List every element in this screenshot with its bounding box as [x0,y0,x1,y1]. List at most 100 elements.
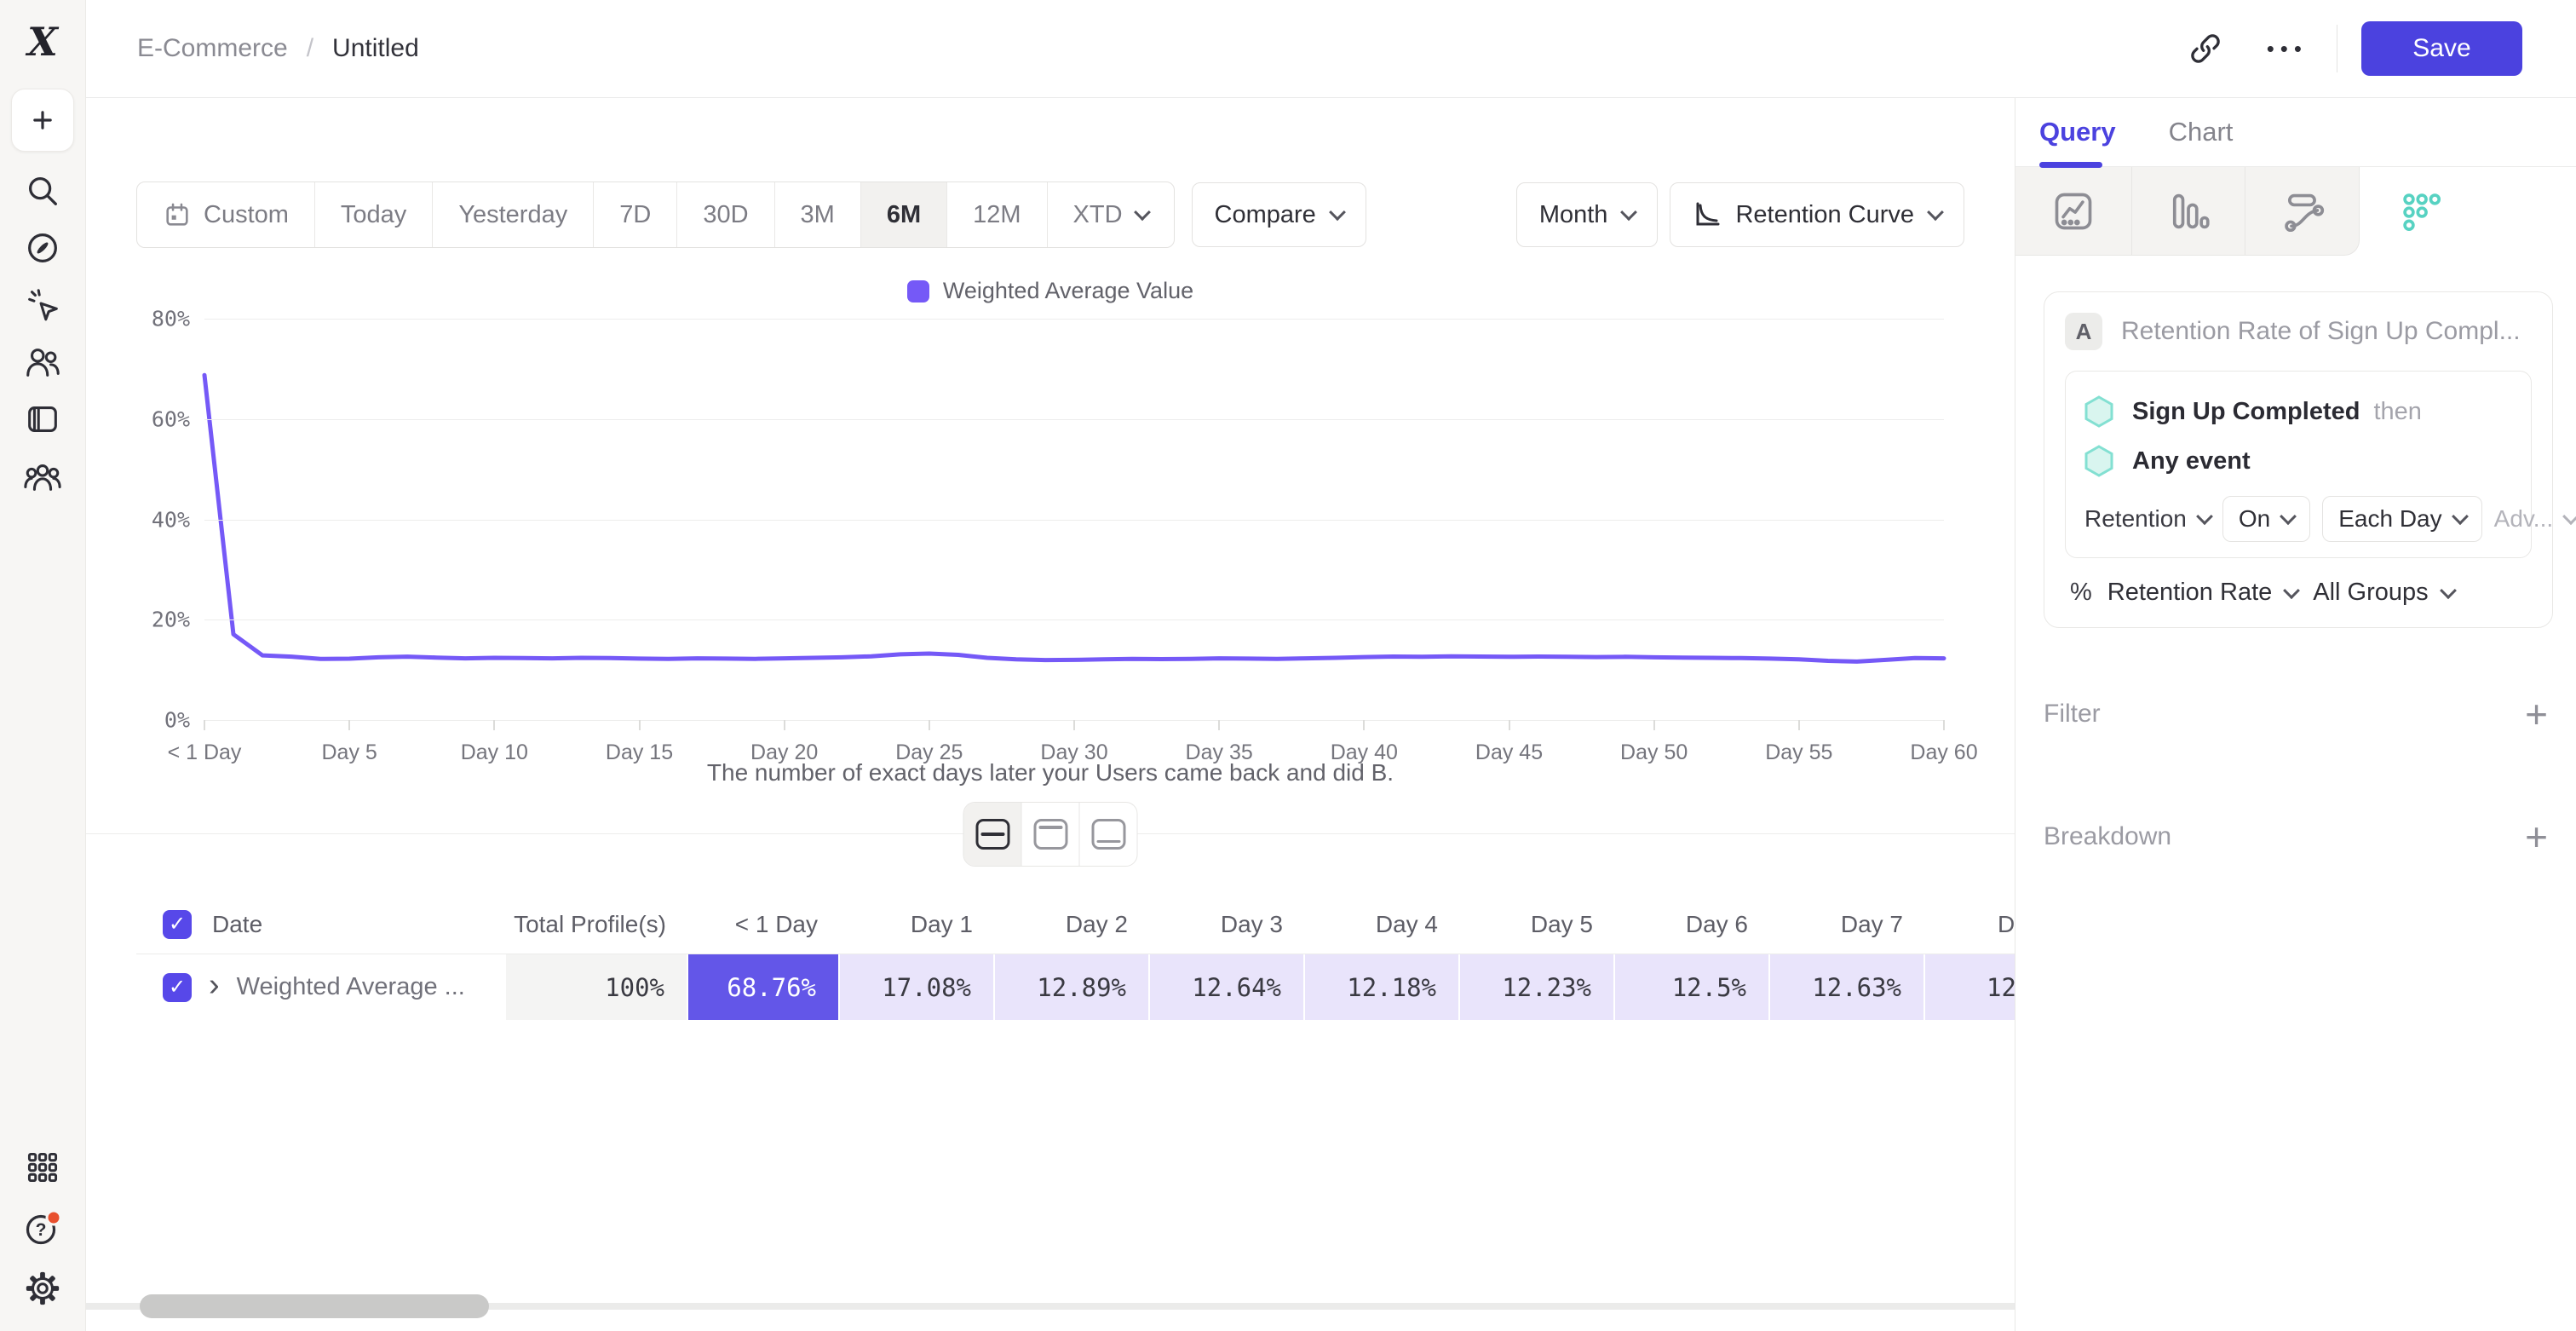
sidebar-item-events[interactable] [22,285,63,326]
on-dropdown[interactable]: On [2222,496,2310,542]
layout-table-only-button[interactable] [1079,803,1137,866]
each-day-dropdown[interactable]: Each Day [2322,496,2481,542]
legend-label: Weighted Average Value [943,278,1193,304]
add-breakdown-button[interactable]: + [2525,817,2548,856]
report-type-insights[interactable] [2015,167,2132,256]
header-day-7[interactable]: Day 7 [1770,896,1925,954]
create-button[interactable] [11,89,74,152]
gridline [204,419,1944,420]
header-actions: ••• Save [2182,21,2576,76]
range-xtd[interactable]: XTD [1047,182,1174,247]
header-day-5[interactable]: Day 5 [1460,896,1615,954]
sidebar-item-discover[interactable] [22,228,63,268]
row-expand-chevron-icon[interactable]: › [209,969,220,1001]
retention-line-chart[interactable]: 0%20%40%60%80%< 1 DayDay 5Day 10Day 15Da… [204,319,1944,720]
header-day-1[interactable]: Day 1 [840,896,995,954]
row-value-cell[interactable]: 12.5% [1615,954,1770,1020]
row-value-cell[interactable]: 12.63% [1770,954,1925,1020]
range-today[interactable]: Today [314,182,432,247]
y-axis-label: 60% [117,406,190,431]
controls-right: Month Retention Curve [1516,182,1964,247]
granularity-dropdown[interactable]: Month [1516,182,1659,247]
sidebar-item-cohorts[interactable] [22,456,63,497]
sidebar-item-apps[interactable] [22,1147,63,1188]
groups-dropdown[interactable]: All Groups [2313,579,2453,607]
header-day-2[interactable]: Day 2 [995,896,1150,954]
metric-prefix: % [2070,579,2092,607]
second-event-row[interactable]: Any event [2084,436,2512,486]
mixpanel-logo[interactable]: X [27,22,58,61]
range-30d[interactable]: 30D [676,182,773,247]
query-events-card: Sign Up Completed then Any event Retenti… [2065,371,2532,558]
chart-type-dropdown[interactable]: Retention Curve [1670,182,1964,247]
chart-legend[interactable]: Weighted Average Value [86,278,2015,304]
range-yesterday[interactable]: Yesterday [432,182,593,247]
row-value-cell[interactable]: 12.64% [1150,954,1305,1020]
legend-swatch [907,280,929,302]
sidebar-item-users[interactable] [22,342,63,383]
row-value-cell[interactable]: 12.18% [1305,954,1460,1020]
row-date-cell[interactable]: ✓ › Weighted Average ... [136,954,506,1020]
metric-dropdown[interactable]: Retention Rate [2107,579,2297,607]
breadcrumb-project[interactable]: E-Commerce [137,34,288,63]
header-day-6[interactable]: Day 6 [1615,896,1770,954]
step-title: Retention Rate of Sign Up Compl... [2121,317,2521,346]
sidebar-item-settings[interactable] [22,1268,63,1309]
save-button[interactable]: Save [2361,21,2522,76]
row-value-cell[interactable]: 17.08% [840,954,995,1020]
tab-chart[interactable]: Chart [2169,98,2234,166]
gridline [204,520,1944,521]
report-type-funnels[interactable] [2132,167,2245,256]
range-6m[interactable]: 6M [860,182,946,247]
retention-controls-row: Retention On Each Day Adv... [2084,496,2512,542]
copy-link-button[interactable] [2182,25,2229,72]
header-partial[interactable]: D [1925,896,2015,954]
range-12m[interactable]: 12M [946,182,1046,247]
board-icon [23,400,62,439]
range-3m[interactable]: 3M [774,182,860,247]
first-event-label: Sign Up Completed [2132,398,2360,426]
sidebar-item-boards[interactable] [22,399,63,440]
tab-query[interactable]: Query [2039,98,2116,166]
y-axis-label: 40% [117,507,190,532]
sidebar-item-search[interactable] [22,170,63,211]
first-event-row[interactable]: Sign Up Completed then [2084,387,2512,436]
advanced-dropdown[interactable]: Adv... [2494,505,2576,533]
add-filter-button[interactable]: + [2525,694,2548,734]
range-7d[interactable]: 7D [593,182,676,247]
layout-split-button[interactable] [964,803,1021,866]
chevron-down-icon [2440,582,2457,599]
range-label: 12M [973,201,1021,229]
compare-button[interactable]: Compare [1192,182,1366,247]
retention-dots-icon [2398,189,2442,233]
layout-chart-only-button[interactable] [1021,803,1079,866]
sidebar-item-help[interactable]: ? [22,1207,63,1248]
header-day-3[interactable]: Day 3 [1150,896,1305,954]
chevron-down-icon [2280,508,2297,525]
gridline [204,619,1944,620]
header-total-profile-s-[interactable]: Total Profile(s) [506,896,688,954]
filter-label: Filter [2044,700,2101,729]
users-icon [23,343,62,382]
report-type-retention[interactable] [2360,167,2480,256]
header-day-4[interactable]: Day 4 [1305,896,1460,954]
more-options-button[interactable]: ••• [2267,36,2308,62]
breadcrumb-title[interactable]: Untitled [332,34,419,63]
row-checkbox[interactable]: ✓ [163,973,192,1002]
group-icon [23,457,62,496]
row-value-cell[interactable]: 100% [506,954,688,1020]
row-label: Weighted Average ... [237,973,465,1001]
help-icon: ? [22,1207,63,1248]
row-value-cell[interactable]: 68.76% [688,954,840,1020]
horizontal-scrollbar-thumb[interactable] [140,1294,489,1318]
report-type-flows[interactable] [2245,167,2360,256]
range-custom[interactable]: Custom [137,182,314,247]
row-value-cell-partial[interactable]: 12. [1925,954,2015,1020]
row-value-cell[interactable]: 12.89% [995,954,1150,1020]
row-value-cell[interactable]: 12.23% [1460,954,1615,1020]
header--1-day[interactable]: < 1 Day [688,896,840,954]
table-row[interactable]: ✓›Weighted Average ...100%68.76%17.08%12… [136,954,2015,1020]
query-step-header[interactable]: A Retention Rate of Sign Up Compl... [2065,313,2532,350]
retention-type-dropdown[interactable]: Retention [2084,505,2211,533]
select-all-checkbox[interactable]: ✓ [163,910,192,939]
